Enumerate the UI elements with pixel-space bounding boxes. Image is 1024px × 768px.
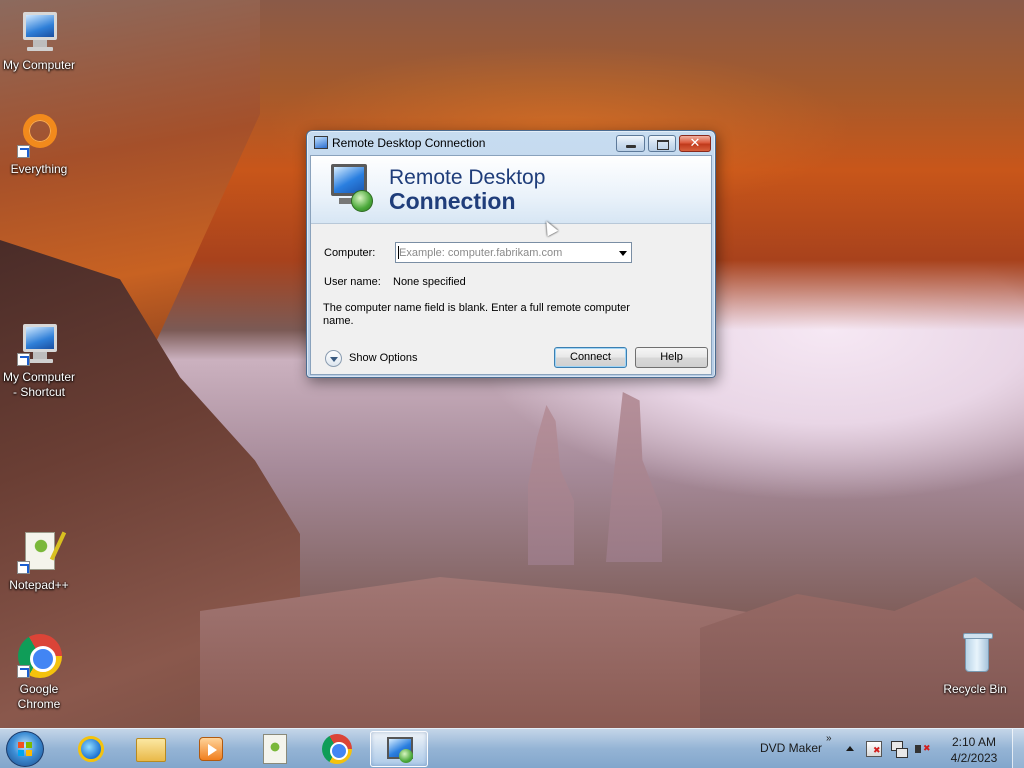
remote-desktop-icon bbox=[327, 162, 377, 214]
action-center-flag-icon[interactable] bbox=[866, 741, 882, 757]
desktop-icon-label: My Computer - Shortcut bbox=[2, 370, 76, 399]
recycle-bin-icon bbox=[951, 632, 999, 680]
media-player-icon bbox=[199, 737, 223, 761]
volume-muted-icon[interactable] bbox=[915, 741, 931, 757]
taskbar-remote-desktop[interactable] bbox=[370, 731, 428, 767]
taskbar-notepad-plus-plus[interactable] bbox=[246, 731, 304, 767]
shortcut-arrow-icon bbox=[17, 353, 30, 366]
computer-icon bbox=[15, 8, 63, 56]
clock-time: 2:10 AM bbox=[951, 735, 997, 749]
chrome-icon bbox=[15, 632, 63, 680]
shortcut-arrow-icon bbox=[17, 145, 30, 158]
banner-title-line1: Remote Desktop bbox=[389, 166, 546, 189]
shortcut-arrow-icon bbox=[17, 561, 30, 574]
help-button[interactable]: Help bbox=[635, 347, 708, 368]
desktop-icon-recycle-bin[interactable]: Recycle Bin bbox=[936, 632, 1014, 697]
taskbar-internet-explorer[interactable] bbox=[62, 731, 120, 767]
network-icon[interactable] bbox=[891, 741, 908, 758]
close-button[interactable]: ✕ bbox=[679, 135, 711, 152]
notepad-plus-plus-icon bbox=[15, 528, 63, 576]
everything-ring-icon bbox=[15, 112, 63, 160]
show-desktop-button[interactable] bbox=[1012, 729, 1024, 768]
ie-icon bbox=[78, 736, 104, 762]
desktop-icon-label: Everything bbox=[10, 162, 68, 176]
maximize-button[interactable] bbox=[648, 135, 676, 152]
window-title: Remote Desktop Connection bbox=[332, 136, 486, 150]
window-titlebar[interactable]: Remote Desktop Connection ✕ bbox=[307, 131, 715, 155]
clock-date: 4/2/2023 bbox=[950, 751, 998, 765]
chevron-down-icon[interactable] bbox=[619, 251, 627, 256]
desktop-icon-my-computer-shortcut[interactable]: My Computer - Shortcut bbox=[0, 320, 78, 400]
desktop-icon-label: My Computer bbox=[2, 58, 76, 72]
taskbar: DVD Maker » 2:10 AM 4/2/2023 bbox=[0, 728, 1024, 768]
desktop-icon-notepad-plus-plus[interactable]: Notepad++ bbox=[0, 528, 78, 593]
desktop-icon-label: Google Chrome bbox=[17, 682, 61, 711]
folder-icon bbox=[136, 738, 166, 762]
window-client-area: Remote Desktop Connection Computer: Exam… bbox=[310, 155, 712, 375]
connect-button[interactable]: Connect bbox=[554, 347, 627, 368]
desktop-icon-google-chrome[interactable]: Google Chrome bbox=[0, 632, 78, 712]
remote-desktop-icon bbox=[314, 136, 328, 149]
dialog-banner: Remote Desktop Connection bbox=[311, 156, 711, 224]
start-button[interactable] bbox=[6, 731, 44, 767]
close-icon: ✕ bbox=[689, 135, 701, 150]
remote-desktop-icon bbox=[385, 735, 413, 763]
desktop-icon-label: Notepad++ bbox=[9, 578, 69, 592]
username-value: None specified bbox=[393, 276, 466, 288]
minimize-button[interactable] bbox=[616, 135, 645, 152]
computer-combobox[interactable]: Example: computer.fabrikam.com bbox=[395, 242, 632, 263]
validation-message: The computer name field is blank. Enter … bbox=[323, 302, 630, 327]
desktop-icon-everything[interactable]: Everything bbox=[0, 112, 78, 177]
computer-placeholder: Example: computer.fabrikam.com bbox=[399, 247, 563, 259]
system-clock[interactable]: 2:10 AM 4/2/2023 bbox=[942, 734, 1006, 766]
show-options-label: Show Options bbox=[349, 352, 418, 364]
dvd-maker-toolbar[interactable]: DVD Maker bbox=[760, 741, 822, 755]
expand-chevron-icon[interactable] bbox=[325, 350, 342, 367]
desktop-icon-my-computer[interactable]: My Computer bbox=[0, 8, 78, 73]
toolbar-chevron-icon[interactable]: » bbox=[826, 733, 832, 744]
desktop-icon-label: Recycle Bin bbox=[943, 682, 1007, 696]
remote-desktop-window[interactable]: Remote Desktop Connection ✕ Remote Deskt… bbox=[306, 130, 716, 378]
taskbar-file-explorer[interactable] bbox=[122, 731, 180, 767]
notepad-plus-plus-icon bbox=[263, 734, 287, 764]
username-label: User name: bbox=[324, 276, 381, 288]
computer-label: Computer: bbox=[324, 247, 376, 259]
taskbar-media-player[interactable] bbox=[182, 731, 240, 767]
chrome-icon bbox=[322, 734, 352, 764]
show-hidden-icons-arrow-icon[interactable] bbox=[846, 746, 854, 751]
taskbar-google-chrome[interactable] bbox=[308, 731, 366, 767]
shortcut-arrow-icon bbox=[17, 665, 30, 678]
banner-title-line2: Connection bbox=[389, 188, 516, 214]
computer-icon bbox=[15, 320, 63, 368]
